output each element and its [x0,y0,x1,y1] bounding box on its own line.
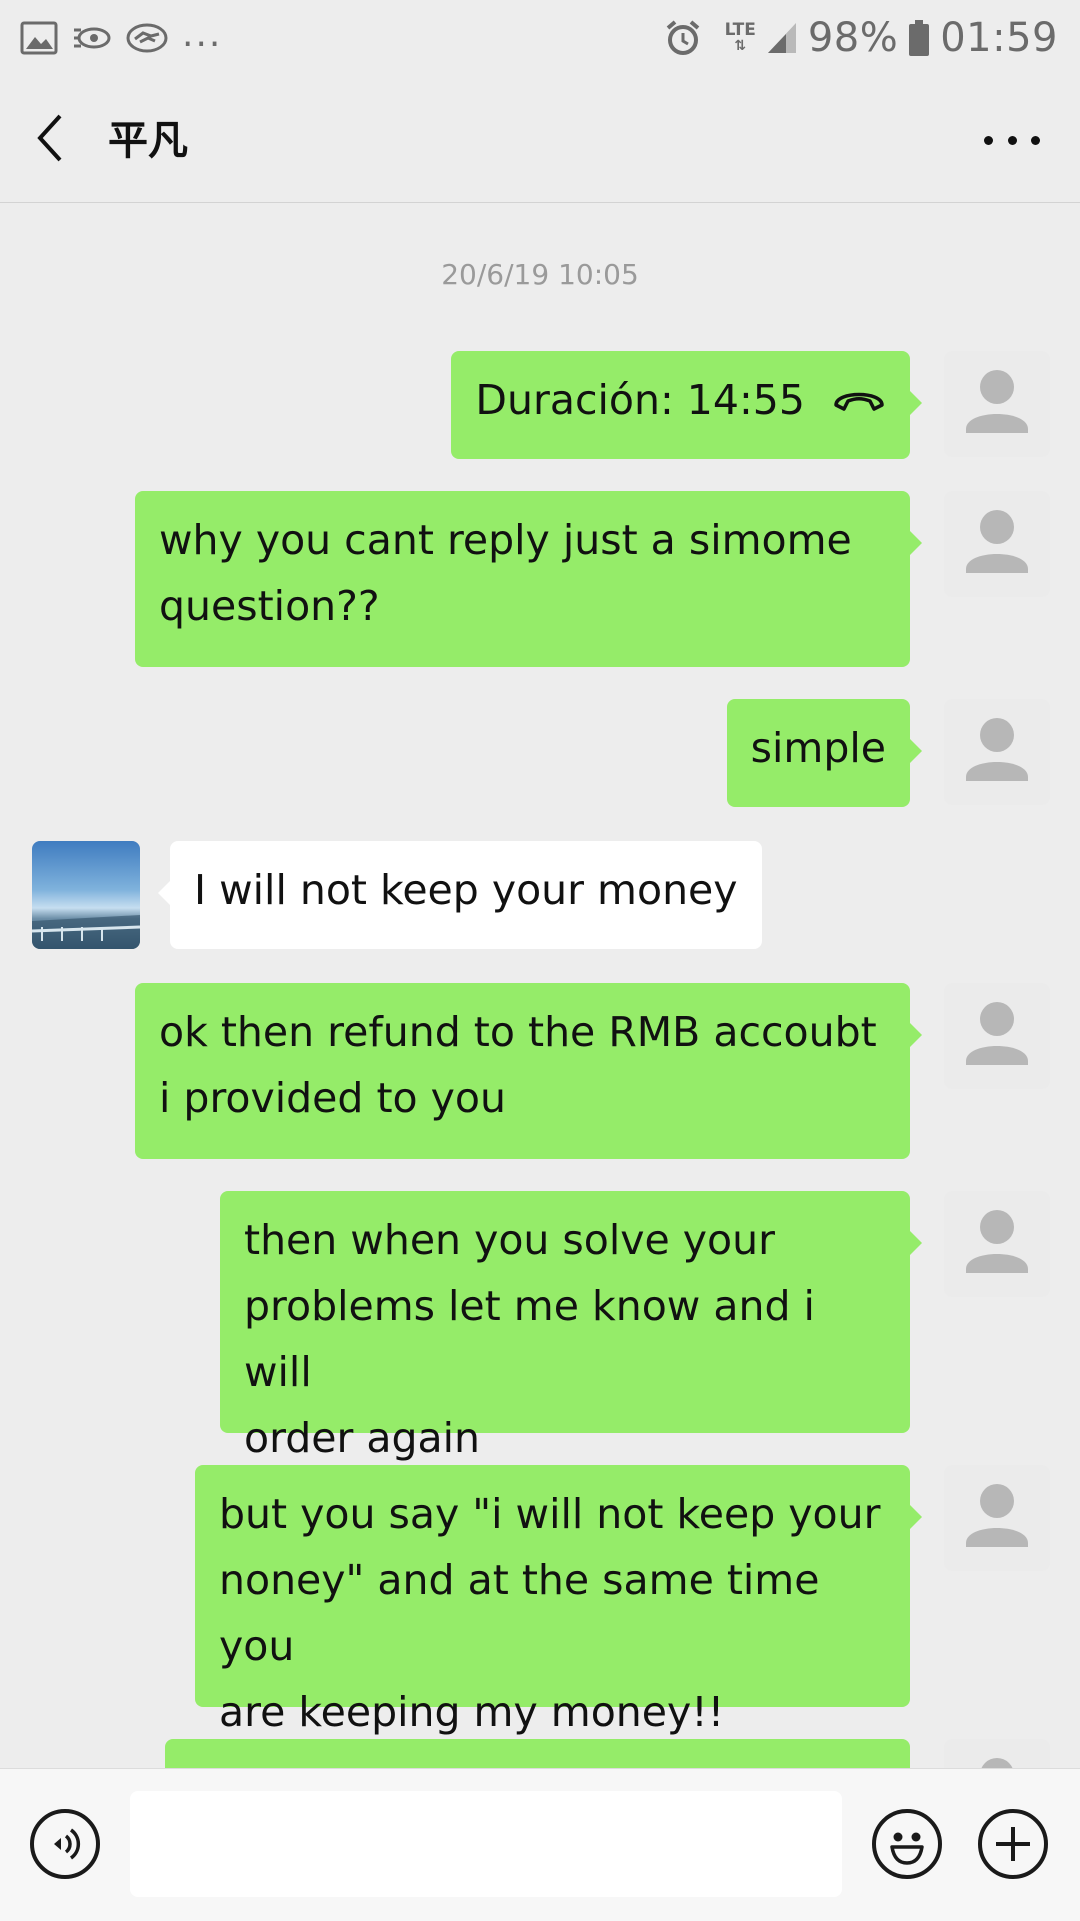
eye-icon [74,27,111,49]
message-timestamp: 20/6/19 10:05 [441,258,639,291]
plus-icon [996,1827,1030,1861]
more-notifications-indicator: ... [182,13,223,55]
user-placeholder-icon [981,1758,1013,1768]
message-text-line: why you cant reply just a simome [159,516,852,564]
message-text-line: noney" and at the same time you [219,1556,820,1670]
message-list[interactable]: 20/6/19 10:05 Duración: 14:55 why you ca… [0,203,1080,1768]
avatar[interactable] [944,491,1050,597]
message-text: simple [750,724,886,772]
avatar[interactable] [944,1191,1050,1297]
emoji-icon [890,1832,924,1865]
emoji-button[interactable] [872,1809,942,1879]
avatar[interactable] [944,983,1050,1089]
message-text-line: question?? [159,582,380,630]
contact-name: 平凡 [108,118,188,164]
alarm-icon [666,20,699,55]
contact-avatar[interactable] [32,841,140,949]
battery-icon [909,20,930,56]
message-text-line: ok then refund to the RMB accoubt [159,1008,877,1056]
message-bubble-incoming[interactable]: I will not keep your money [158,841,762,949]
clock: 01:59 [940,15,1058,61]
dot [1031,135,1040,145]
data-arrows-icon: ⇅ [734,38,747,54]
voice-button[interactable] [30,1809,100,1879]
message-text-line: order again [244,1414,481,1462]
voice-icon [54,1828,81,1860]
status-bar: ... LTE ⇅ 98% 01:59 [0,0,1080,78]
user-placeholder-icon [966,1002,1028,1065]
message-text: Duración: 14:55 [475,376,805,424]
network-type: LTE ⇅ [724,20,756,55]
chat-header: 平凡 [0,78,1080,203]
user-placeholder-icon [966,1210,1028,1273]
handshake-icon [126,23,168,53]
message-text-line: are keeping my money!! [219,1688,725,1736]
input-bar [0,1768,1080,1921]
system-indicators: LTE ⇅ 98% 01:59 [665,12,1058,64]
more-features-button[interactable] [978,1809,1048,1879]
message-text-line: but you say "i will not keep your [219,1490,881,1538]
message-bubble-outgoing[interactable]: why you cant reply just a simome questio… [135,491,922,667]
message-text-line: problems let me know and i will [244,1282,815,1396]
avatar[interactable] [944,699,1050,805]
gallery-icon [20,21,58,55]
notification-icons: ... [20,14,222,58]
message-text-line: i provided to you [159,1074,506,1122]
signal-icon [767,23,796,53]
back-button[interactable] [30,110,78,170]
chevron-left-icon [37,114,62,162]
message-text: I will not keep your money [194,866,738,914]
message-bubble-outgoing[interactable]: then when you solve your problems let me… [220,1191,922,1462]
more-options-button[interactable] [984,132,1040,148]
battery-percent: 98% [807,15,899,61]
message-input[interactable] [130,1791,842,1897]
message-bubble-outgoing-partial[interactable] [165,1739,910,1768]
dot [984,135,993,145]
user-placeholder-icon [966,510,1028,573]
message-bubble-call[interactable]: Duración: 14:55 [451,351,922,459]
message-text-line: then when you solve your [244,1216,775,1264]
user-placeholder-icon [966,718,1028,781]
seascape-photo [32,915,140,949]
user-placeholder-icon [966,370,1028,433]
avatar[interactable] [944,1465,1050,1571]
message-bubble-outgoing[interactable]: ok then refund to the RMB accoubt i prov… [135,983,922,1159]
message-bubble-outgoing[interactable]: simple [726,699,923,807]
user-placeholder-icon [966,1484,1028,1547]
dot [1007,135,1017,145]
avatar[interactable] [944,1739,1050,1768]
message-bubble-outgoing[interactable]: but you say "i will not keep your noney"… [195,1465,922,1736]
avatar[interactable] [944,351,1050,457]
phone-hangup-icon [834,392,884,411]
